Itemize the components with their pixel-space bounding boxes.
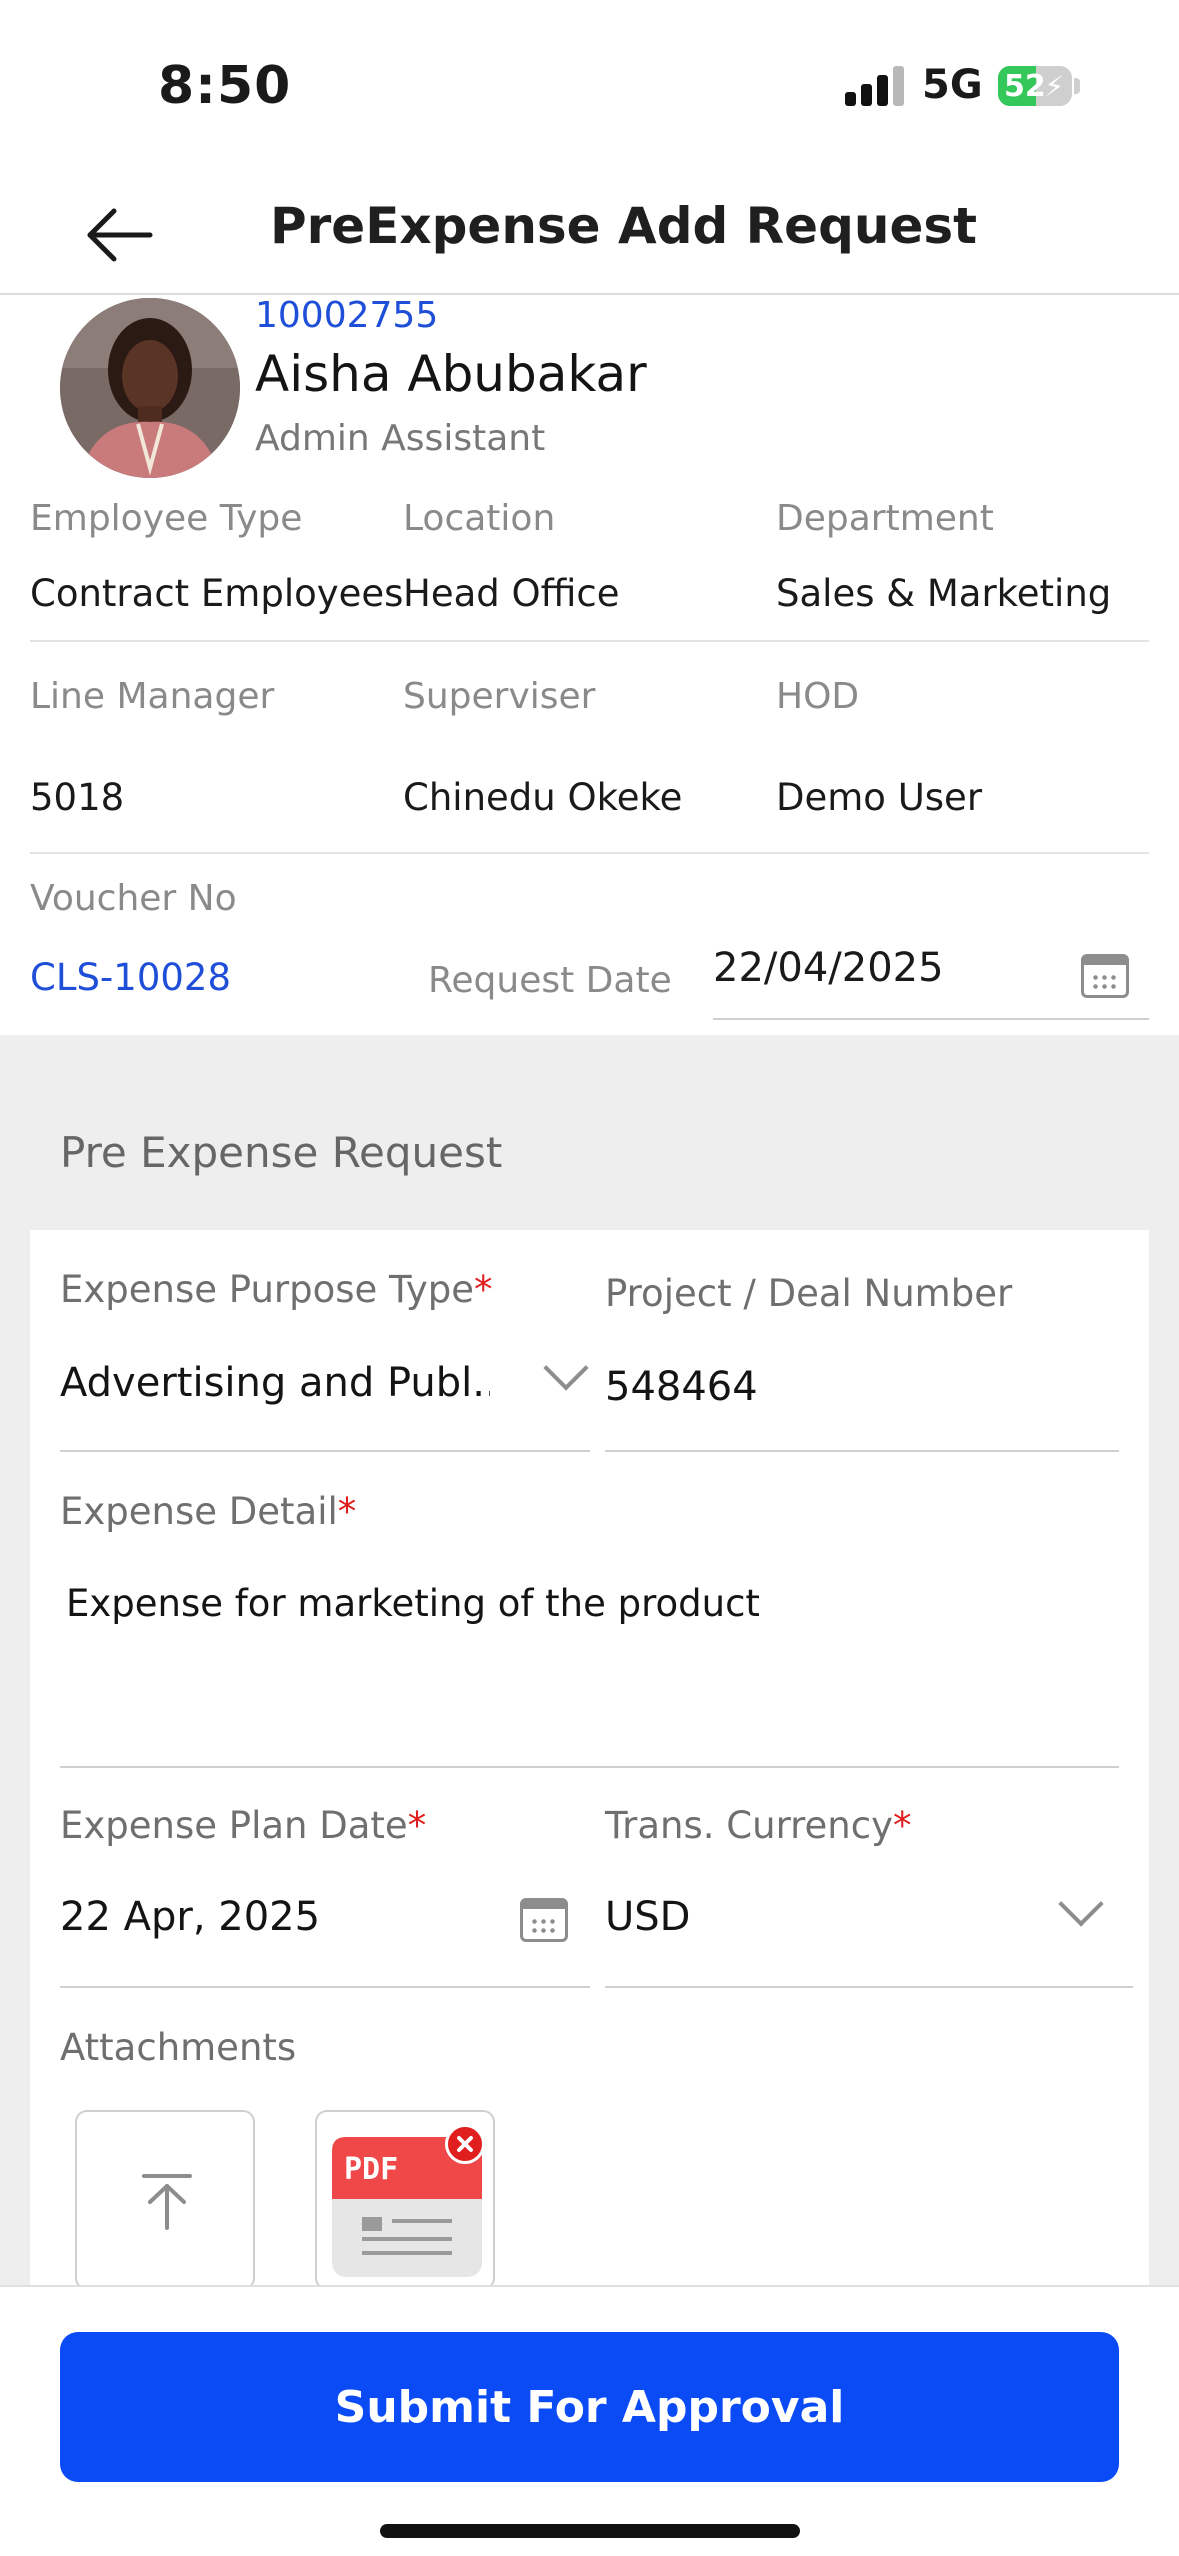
bottom-action-bar: Submit For Approval — [0, 2285, 1179, 2556]
avatar — [60, 298, 240, 478]
calendar-icon[interactable] — [520, 1898, 568, 1942]
divider — [30, 640, 1149, 642]
plan-date-label: Expense Plan Date* — [60, 1804, 427, 1847]
plan-date-value: 22 Apr, 2025 — [60, 1894, 321, 1940]
battery-tip — [1074, 78, 1080, 94]
request-date-value: 22/04/2025 — [713, 945, 944, 991]
location-value: Head Office — [403, 572, 620, 615]
divider — [30, 852, 1149, 854]
expense-detail-value: Expense for marketing of the product — [66, 1582, 760, 1625]
form-card: Expense Purpose Type* Advertising and Pu… — [30, 1230, 1149, 2290]
attachments-label: Attachments — [60, 2026, 297, 2069]
close-icon — [457, 2136, 473, 2152]
supervisor-label: Superviser — [403, 676, 596, 717]
line-manager-value: 5018 — [30, 776, 125, 819]
department-label: Department — [776, 498, 994, 539]
chevron-down-icon — [543, 1345, 589, 1391]
supervisor-value: Chinedu Okeke — [403, 776, 683, 819]
request-date-field[interactable]: 22/04/2025 — [713, 930, 1149, 1020]
status-bar: 8:50 5G 52 ⚡ — [0, 0, 1179, 175]
currency-select[interactable]: USD — [605, 1866, 1133, 1988]
employee-type-label: Employee Type — [30, 498, 303, 539]
expense-detail-label: Expense Detail* — [60, 1490, 357, 1533]
expense-detail-textarea[interactable]: Expense for marketing of the product — [60, 1550, 1119, 1768]
hod-value: Demo User — [776, 776, 983, 819]
department-value: Sales & Marketing — [776, 572, 1112, 615]
purpose-type-select[interactable]: Advertising and Publ... — [60, 1330, 590, 1452]
upload-attachment-button[interactable] — [75, 2110, 255, 2290]
project-value: 548464 — [605, 1364, 758, 1410]
chevron-down-icon — [1058, 1881, 1104, 1927]
pdf-label: PDF — [344, 2152, 398, 2187]
employee-name: Aisha Abubakar — [255, 345, 647, 403]
currency-label: Trans. Currency* — [605, 1804, 912, 1847]
remove-attachment-button[interactable] — [445, 2124, 485, 2164]
section-title: Pre Expense Request — [60, 1128, 503, 1177]
plan-date-field[interactable]: 22 Apr, 2025 — [60, 1866, 590, 1988]
employee-photo — [60, 298, 240, 478]
network-type: 5G — [922, 62, 983, 108]
arrow-left-icon — [87, 208, 153, 262]
employee-id: 10002755 — [255, 295, 439, 336]
signal-icon — [845, 64, 905, 106]
employee-role: Admin Assistant — [255, 418, 546, 459]
currency-value: USD — [605, 1894, 691, 1940]
pdf-attachment-thumbnail[interactable]: PDF — [315, 2110, 495, 2290]
project-label: Project / Deal Number — [605, 1272, 1013, 1315]
voucher-value: CLS-10028 — [30, 956, 231, 999]
app-header: PreExpense Add Request — [0, 175, 1179, 295]
charging-bolt-icon: ⚡ — [1044, 70, 1064, 103]
back-button[interactable] — [80, 195, 160, 275]
home-indicator — [380, 2524, 800, 2538]
hod-label: HOD — [776, 676, 860, 717]
project-input[interactable]: 548464 — [605, 1330, 1119, 1452]
calendar-icon[interactable] — [1081, 954, 1129, 998]
battery-icon: 52 ⚡ — [998, 66, 1072, 106]
battery-percent: 52 — [1004, 69, 1046, 104]
purpose-type-value: Advertising and Publ... — [60, 1360, 490, 1406]
status-time: 8:50 — [158, 56, 292, 116]
request-date-label: Request Date — [428, 960, 672, 1001]
voucher-label: Voucher No — [30, 878, 237, 919]
employee-type-value: Contract Employees — [30, 572, 404, 615]
location-label: Location — [403, 498, 556, 539]
page-title: PreExpense Add Request — [270, 197, 978, 255]
purpose-type-label: Expense Purpose Type* — [60, 1268, 493, 1311]
line-manager-label: Line Manager — [30, 676, 275, 717]
upload-icon — [142, 2174, 192, 2230]
submit-for-approval-button[interactable]: Submit For Approval — [60, 2332, 1119, 2482]
